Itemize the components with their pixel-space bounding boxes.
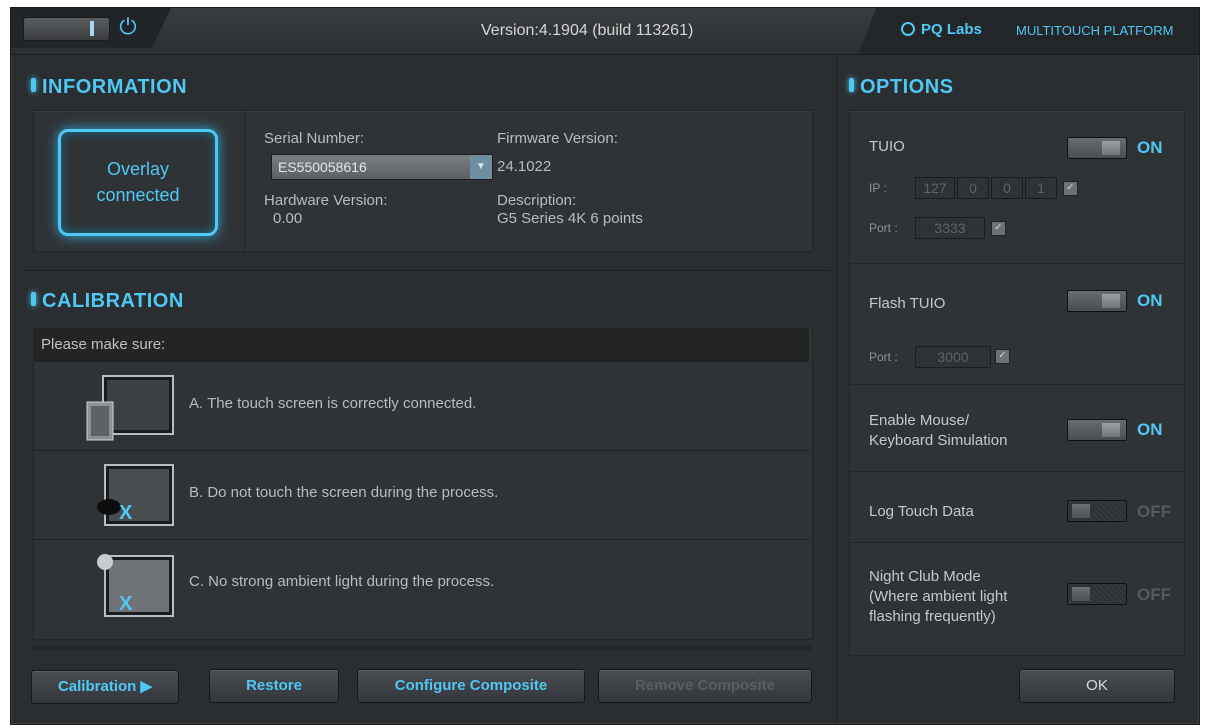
option-tuio: TUIO ON IP : 127 0 0 1 ✓ Port : 3333 ✓ (849, 111, 1183, 264)
mouse-sim-label-line2: Keyboard Simulation (869, 432, 1008, 449)
description-value: G5 Series 4K 6 points (497, 210, 643, 227)
calibration-item: X C. No strong ambient light during the … (33, 539, 809, 628)
calibration-item: X B. Do not touch the screen during the … (33, 450, 809, 539)
night-club-label-line3: flashing frequently) (869, 608, 996, 625)
divider (244, 111, 245, 251)
calibration-button[interactable]: Calibration ▶ (31, 670, 179, 704)
log-touch-state: OFF (1137, 502, 1171, 521)
flash-tuio-port-input[interactable]: 3000 (915, 346, 991, 368)
pq-logo-icon (901, 22, 915, 36)
ip-octet-4[interactable]: 1 (1025, 177, 1057, 199)
toggle-knob (1072, 504, 1090, 518)
ip-label: IP : (869, 181, 887, 195)
calibration-heading: CALIBRATION (31, 290, 184, 313)
svg-text:X: X (119, 593, 133, 615)
overlay-status-line2: connected (96, 185, 180, 205)
brand-name: PQ Labs (921, 21, 982, 38)
brand-logo: PQ Labs (901, 21, 982, 38)
toggle-knob (1102, 294, 1120, 308)
tuio-port-input[interactable]: 3333 (915, 217, 985, 239)
option-night-club: Night Club Mode (Where ambient light fla… (849, 543, 1183, 653)
night-club-label-line2: (Where ambient light (869, 588, 1008, 605)
flash-tuio-label: Flash TUIO (869, 295, 946, 312)
tuio-state: ON (1137, 138, 1163, 157)
flash-tuio-port-checkbox[interactable]: ✓ (995, 349, 1010, 364)
ip-checkbox[interactable]: ✓ (1063, 181, 1078, 196)
night-club-label: Night Club Mode (Where ambient light fla… (869, 567, 1007, 627)
calibration-item-text: C. No strong ambient light during the pr… (189, 573, 495, 590)
options-heading-label: OPTIONS (860, 76, 954, 98)
tuio-port-label: Port : (869, 221, 898, 235)
toggle-knob (1102, 141, 1120, 155)
calibration-item: A. The touch screen is correctly connect… (33, 361, 809, 450)
toggle-knob (1102, 423, 1120, 437)
night-club-state: OFF (1137, 585, 1171, 604)
tuio-label: TUIO (869, 138, 905, 155)
power-toggle[interactable] (23, 17, 110, 41)
title-bar: ⏻ Version:4.1904 (build 113261) PQ Labs … (11, 8, 1199, 55)
mouse-sim-toggle[interactable] (1067, 419, 1127, 441)
heading-marker-icon (849, 78, 854, 92)
svg-text:X: X (119, 502, 133, 524)
remove-composite-button[interactable]: Remove Composite (598, 669, 812, 703)
mouse-sim-state: ON (1137, 420, 1163, 439)
restore-button[interactable]: Restore (209, 669, 339, 703)
calibration-item-text: B. Do not touch the screen during the pr… (189, 484, 499, 501)
hardware-version-label: Hardware Version: (264, 192, 388, 209)
firmware-version-label: Firmware Version: (497, 130, 618, 147)
overlay-status-line1: Overlay (106, 159, 169, 179)
chevron-down-icon[interactable]: ▼ (470, 155, 492, 179)
serial-number-select[interactable]: ES550058616 ▼ (271, 154, 493, 180)
no-ambient-light-icon: X (97, 554, 174, 617)
option-log-touch: Log Touch Data OFF (849, 472, 1183, 543)
mouse-sim-label-line1: Enable Mouse/ (869, 412, 970, 429)
flash-tuio-port-label: Port : (869, 350, 898, 364)
firmware-version-value: 24.1022 (497, 158, 552, 175)
brand-subtitle: MULTITOUCH PLATFORM (1016, 23, 1174, 38)
options-heading: OPTIONS (849, 76, 954, 99)
monitor-connected-icon (86, 375, 174, 441)
heading-marker-icon (31, 292, 36, 306)
serial-number-label: Serial Number: (264, 130, 365, 147)
tuio-toggle[interactable] (1067, 137, 1127, 159)
scroll-track[interactable] (33, 646, 811, 650)
ip-octet-3[interactable]: 0 (991, 177, 1023, 199)
option-mouse-simulation: Enable Mouse/ Keyboard Simulation ON (849, 385, 1183, 472)
calibration-item-text: A. The touch screen is correctly connect… (189, 395, 477, 412)
ip-octet-2[interactable]: 0 (957, 177, 989, 199)
version-text: Version:4.1904 (build 113261) (481, 22, 694, 39)
information-heading-label: INFORMATION (42, 76, 188, 98)
ip-octet-1[interactable]: 127 (915, 177, 955, 199)
configure-composite-button[interactable]: Configure Composite (357, 669, 585, 703)
section-divider (21, 270, 831, 271)
option-flash-tuio: Flash TUIO ON Port : 3000 ✓ (849, 264, 1183, 385)
ok-button[interactable]: OK (1019, 669, 1175, 703)
log-touch-toggle[interactable] (1067, 500, 1127, 522)
heading-marker-icon (31, 78, 36, 92)
calibration-intro: Please make sure: (33, 329, 809, 361)
column-divider (836, 54, 837, 724)
serial-number-value: ES550058616 (278, 159, 367, 175)
power-toggle-knob (90, 21, 94, 36)
information-heading: INFORMATION (31, 76, 187, 99)
calibration-button-label: Calibration (57, 678, 137, 695)
calibration-heading-label: CALIBRATION (42, 290, 184, 312)
app-window: ⏻ Version:4.1904 (build 113261) PQ Labs … (10, 7, 1200, 725)
night-club-toggle[interactable] (1067, 583, 1127, 605)
power-icon[interactable]: ⏻ (115, 14, 141, 40)
hardware-version-value: 0.00 (273, 210, 303, 227)
night-club-label-line1: Night Club Mode (869, 568, 981, 585)
no-touch-screen-icon: X (97, 464, 174, 526)
description-label: Description: (497, 192, 577, 209)
play-arrow-icon: ▶ (140, 678, 153, 695)
toggle-knob (1072, 587, 1090, 601)
mouse-sim-label: Enable Mouse/ Keyboard Simulation (869, 411, 1007, 451)
overlay-status-badge: Overlay connected (58, 129, 218, 236)
log-touch-label: Log Touch Data (869, 503, 974, 520)
flash-tuio-toggle[interactable] (1067, 290, 1127, 312)
flash-tuio-state: ON (1137, 291, 1163, 310)
tuio-port-checkbox[interactable]: ✓ (991, 221, 1006, 236)
